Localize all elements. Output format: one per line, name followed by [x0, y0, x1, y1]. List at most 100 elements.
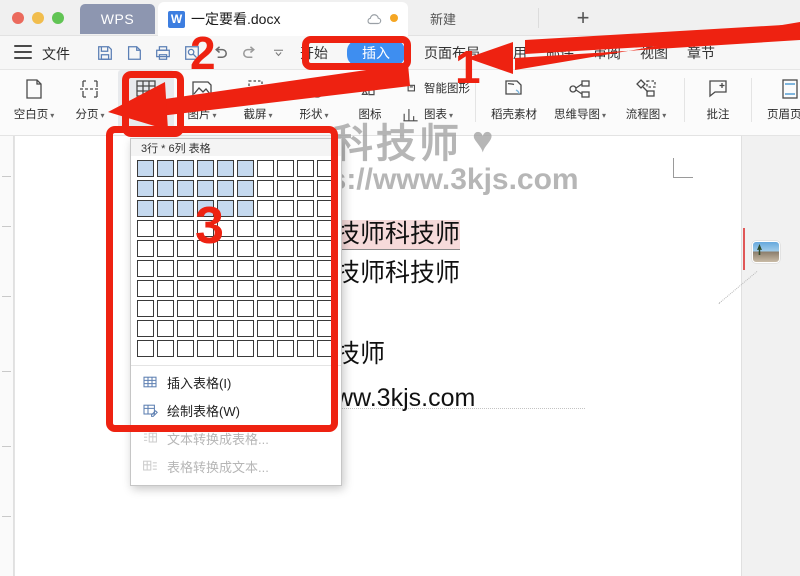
grid-cell[interactable] [237, 320, 254, 337]
grid-cell[interactable] [257, 220, 274, 237]
grid-cell[interactable] [177, 340, 194, 357]
grid-cell[interactable] [317, 220, 334, 237]
grid-cell[interactable] [237, 240, 254, 257]
grid-cell[interactable] [217, 320, 234, 337]
toolbar-chart[interactable]: 图表 ▾ [400, 101, 470, 127]
grid-cell[interactable] [277, 240, 294, 257]
tab-view[interactable]: 视图 [640, 43, 668, 63]
grid-cell[interactable] [237, 260, 254, 277]
toolbar-page-break[interactable]: 分页 ▾ [62, 70, 118, 132]
toolbar-icons[interactable]: 图标 [342, 70, 398, 132]
grid-cell[interactable] [137, 160, 154, 177]
grid-cell[interactable] [197, 340, 214, 357]
grid-cell[interactable] [197, 200, 214, 217]
grid-cell[interactable] [137, 320, 154, 337]
tab-insert[interactable]: 插入 [347, 40, 405, 66]
grid-cell[interactable] [317, 280, 334, 297]
grid-cell[interactable] [177, 240, 194, 257]
grid-cell[interactable] [277, 280, 294, 297]
grid-cell[interactable] [277, 220, 294, 237]
grid-cell[interactable] [257, 300, 274, 317]
grid-cell[interactable] [217, 260, 234, 277]
print-preview-icon[interactable] [182, 43, 201, 62]
grid-cell[interactable] [217, 220, 234, 237]
grid-cell[interactable] [197, 220, 214, 237]
toolbar-docer-material[interactable]: 稻壳素材 [481, 70, 547, 132]
tab-start[interactable]: 开始 [300, 43, 328, 63]
grid-cell[interactable] [177, 300, 194, 317]
document-page[interactable]: 科技师 ♥ https://www.3kjs.com 技师科技师 技师科技师 技… [15, 119, 741, 576]
grid-cell[interactable] [277, 320, 294, 337]
grid-cell[interactable] [297, 200, 314, 217]
hamburger-icon[interactable] [14, 45, 32, 59]
close-button[interactable] [12, 12, 24, 24]
grid-cell[interactable] [217, 200, 234, 217]
grid-cell[interactable] [137, 220, 154, 237]
grid-cell[interactable] [297, 320, 314, 337]
grid-cell[interactable] [277, 340, 294, 357]
table-size-grid[interactable] [131, 156, 341, 363]
minimize-button[interactable] [32, 12, 44, 24]
grid-cell[interactable] [237, 300, 254, 317]
tab-references[interactable]: 引用 [499, 43, 527, 63]
grid-cell[interactable] [237, 220, 254, 237]
wps-home-button[interactable]: WPS [80, 4, 155, 34]
grid-cell[interactable] [277, 200, 294, 217]
grid-cell[interactable] [157, 320, 174, 337]
grid-cell[interactable] [237, 280, 254, 297]
grid-cell[interactable] [157, 220, 174, 237]
table-grid-dropdown[interactable]: 3行 * 6列 表格 插入表格(I) 绘制表格(W) 文本转换成表格... 表格… [130, 138, 342, 486]
grid-cell[interactable] [297, 180, 314, 197]
grid-cell[interactable] [157, 340, 174, 357]
maximize-button[interactable] [52, 12, 64, 24]
grid-cell[interactable] [237, 200, 254, 217]
grid-cell[interactable] [237, 160, 254, 177]
cloud-icon[interactable] [366, 12, 382, 25]
grid-cell[interactable] [257, 340, 274, 357]
grid-cell[interactable] [277, 180, 294, 197]
grid-cell[interactable] [197, 240, 214, 257]
tab-page-layout[interactable]: 页面布局 [424, 43, 480, 63]
export-pdf-icon[interactable] [124, 43, 143, 62]
grid-cell[interactable] [257, 180, 274, 197]
grid-cell[interactable] [197, 260, 214, 277]
grid-cell[interactable] [197, 300, 214, 317]
grid-cell[interactable] [157, 200, 174, 217]
grid-cell[interactable] [257, 260, 274, 277]
grid-cell[interactable] [277, 160, 294, 177]
grid-cell[interactable] [217, 180, 234, 197]
grid-cell[interactable] [137, 300, 154, 317]
customize-chevron-icon[interactable] [269, 43, 288, 62]
grid-cell[interactable] [257, 240, 274, 257]
grid-cell[interactable] [217, 300, 234, 317]
grid-cell[interactable] [177, 320, 194, 337]
grid-cell[interactable] [257, 160, 274, 177]
grid-cell[interactable] [177, 220, 194, 237]
grid-cell[interactable] [177, 260, 194, 277]
toolbar-mindmap[interactable]: 思维导图 ▾ [547, 70, 613, 132]
grid-cell[interactable] [297, 300, 314, 317]
grid-cell[interactable] [217, 280, 234, 297]
toolbar-table[interactable]: 表格 ▾ [118, 70, 174, 132]
toolbar-blank-page[interactable]: 空白页 ▾ [6, 70, 62, 132]
toolbar-header-footer[interactable]: 页眉页脚 [757, 70, 800, 132]
grid-cell[interactable] [197, 180, 214, 197]
grid-cell[interactable] [317, 260, 334, 277]
grid-cell[interactable] [157, 240, 174, 257]
grid-cell[interactable] [277, 300, 294, 317]
undo-icon[interactable] [211, 43, 230, 62]
grid-cell[interactable] [157, 180, 174, 197]
grid-cell[interactable] [197, 320, 214, 337]
print-icon[interactable] [153, 43, 172, 62]
grid-cell[interactable] [317, 240, 334, 257]
save-icon[interactable] [95, 43, 114, 62]
grid-cell[interactable] [237, 340, 254, 357]
grid-cell[interactable] [317, 340, 334, 357]
grid-cell[interactable] [197, 280, 214, 297]
grid-cell[interactable] [317, 180, 334, 197]
grid-cell[interactable] [177, 280, 194, 297]
grid-cell[interactable] [157, 300, 174, 317]
left-rail[interactable] [0, 136, 14, 576]
tab-mailings[interactable]: 邮件 [546, 43, 574, 63]
grid-cell[interactable] [277, 260, 294, 277]
